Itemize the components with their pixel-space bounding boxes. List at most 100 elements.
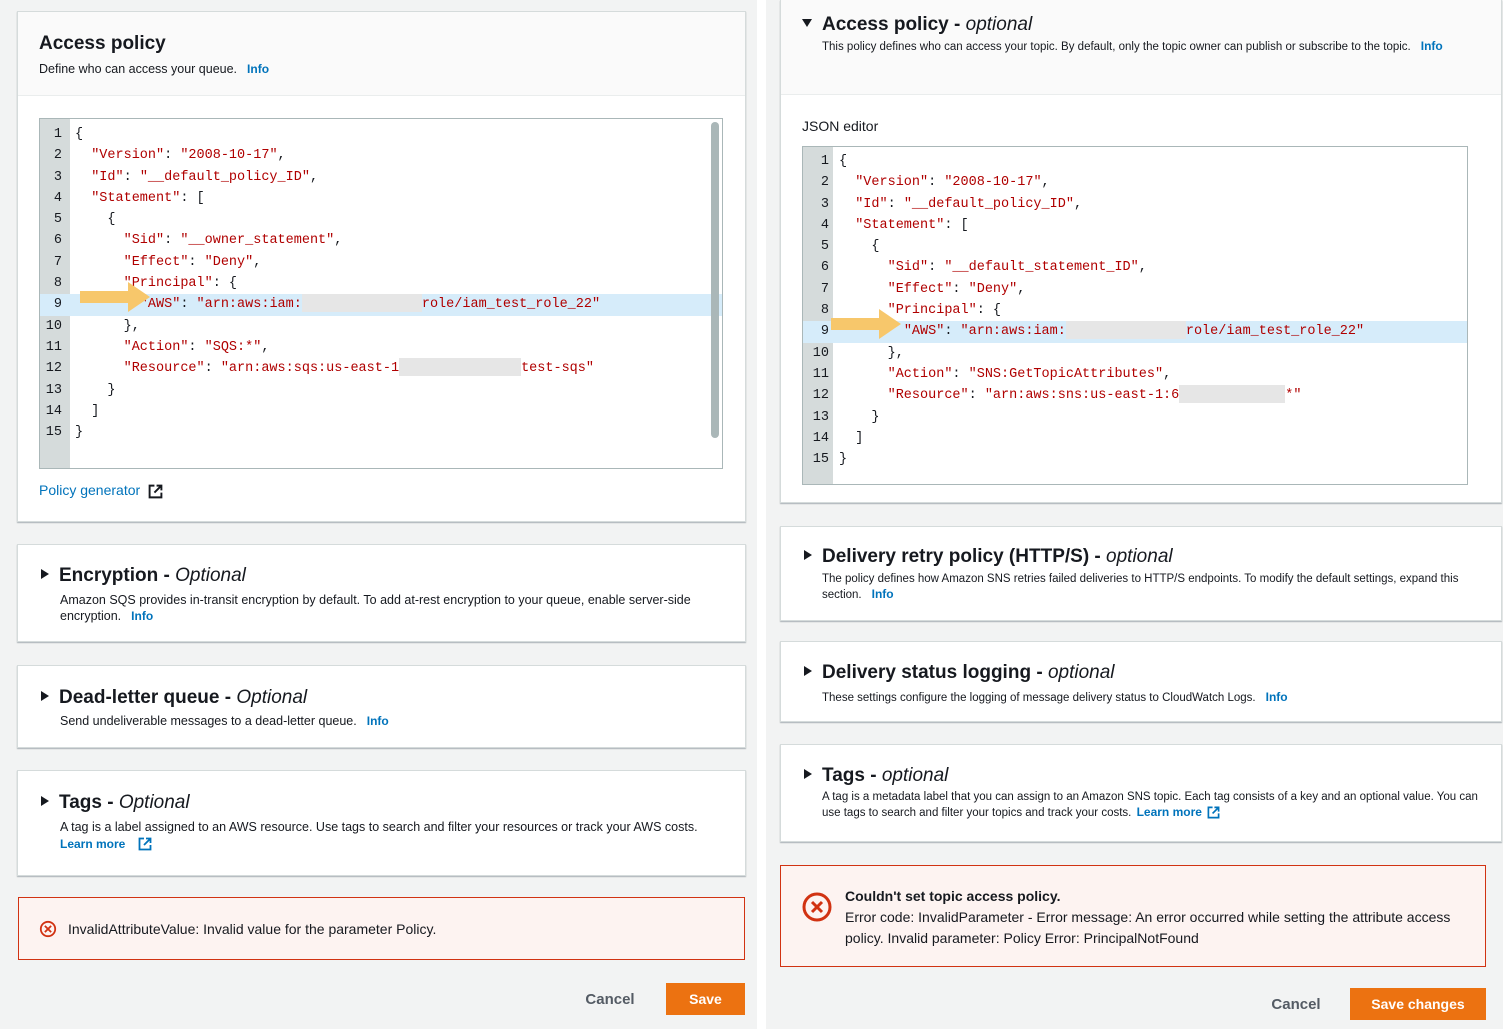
highlight-arrow-icon (831, 309, 901, 339)
code-line[interactable]: 11 "Action": "SQS:*", (40, 337, 722, 358)
line-number: 5 (53, 212, 62, 228)
learn-more-link[interactable]: Learn more (60, 835, 152, 853)
policy-code[interactable]: 1{2 "Version": "2008-10-17", 3 "Id": "__d… (803, 151, 1467, 470)
tags-title[interactable]: Tags - optional (804, 765, 948, 787)
code-text: "AWS": "arn:aws:iam: role/iam_test_role_2… (839, 320, 1364, 342)
info-link[interactable]: Info (131, 609, 153, 623)
code-line[interactable]: 5 { (803, 236, 1467, 257)
optional-label: Optional (175, 565, 246, 586)
save-changes-button[interactable]: Save changes (1350, 988, 1486, 1020)
code-text: "AWS": "arn:aws:iam: role/iam_test_role_2… (75, 293, 600, 315)
code-line[interactable]: 12 "Resource": "arn:aws:sns:us-east-1:6 *… (803, 384, 1467, 406)
tags-title-text: Tags (822, 765, 865, 786)
line-number: 8 (820, 303, 829, 319)
access-policy-card: Access policy - optional This policy def… (780, 0, 1502, 503)
encryption-title[interactable]: Encryption - Optional (41, 565, 246, 587)
editor-scrollbar[interactable] (711, 122, 719, 438)
policy-json-editor[interactable]: 1{2 "Version": "2008-10-17", 3 "Id": "__d… (39, 118, 723, 469)
line-number: 10 (45, 318, 62, 334)
code-line[interactable]: 10 }, (40, 316, 722, 337)
info-link[interactable]: Info (367, 714, 389, 728)
code-line[interactable]: 7 "Effect": "Deny", (40, 252, 722, 273)
info-link[interactable]: Info (1266, 690, 1288, 704)
code-line[interactable]: 11 "Action": "SNS:GetTopicAttributes", (803, 364, 1467, 385)
learn-more-link[interactable]: Learn more (1137, 805, 1202, 819)
highlight-arrow-icon (80, 282, 150, 312)
error-message: InvalidAttributeValue: Invalid value for… (68, 921, 437, 937)
code-text: { (839, 154, 848, 169)
code-line[interactable]: 2 "Version": "2008-10-17", (803, 172, 1467, 193)
info-link[interactable]: Info (1421, 39, 1443, 53)
learn-more-label[interactable]: Learn more (60, 837, 125, 851)
code-line[interactable]: 13 } (803, 407, 1467, 428)
line-number: 13 (45, 382, 62, 398)
access-policy-description-text: This policy defines who can access your … (822, 41, 1411, 53)
error-icon (802, 892, 832, 922)
tags-section[interactable]: Tags - optional A tag is a metadata labe… (780, 744, 1502, 842)
access-policy-title[interactable]: Access policy - optional (802, 14, 1032, 36)
encryption-section[interactable]: Encryption - Optional Amazon SQS provide… (17, 544, 746, 642)
code-line[interactable]: 3 "Id": "__default_policy_ID", (40, 167, 722, 188)
code-line[interactable]: 7 "Effect": "Deny", (803, 279, 1467, 300)
access-policy-description: This policy defines who can access your … (822, 39, 1482, 55)
code-line[interactable]: 12 "Resource": "arn:aws:sqs:us-east-1 tes… (40, 357, 722, 379)
code-text: "Statement": [ (855, 217, 969, 233)
code-line[interactable]: 13 } (40, 380, 722, 401)
code-line[interactable]: 3 "Id": "__default_policy_ID", (803, 194, 1467, 215)
tags-section[interactable]: Tags - Optional A tag is a label assigne… (17, 770, 746, 876)
dead-letter-queue-description-text: Send undeliverable messages to a dead-le… (60, 714, 357, 728)
code-line[interactable]: 4 "Statement": [ (40, 188, 722, 209)
optional-label: optional (881, 765, 949, 786)
policy-generator-label[interactable]: Policy generator (39, 482, 140, 498)
redacted-account-id (1179, 384, 1286, 403)
code-text: "Action": "SNS:GetTopicAttributes", (887, 366, 1172, 382)
code-line[interactable]: 1{ (40, 124, 722, 145)
code-text: "Effect": "Deny", (123, 254, 262, 270)
code-line[interactable]: 2 "Version": "2008-10-17", (40, 145, 722, 166)
delivery-retry-policy-section[interactable]: Delivery retry policy (HTTP/S) - optiona… (780, 526, 1502, 621)
code-text: "Action": "SQS:*", (123, 339, 270, 355)
code-line[interactable]: 14 ] (803, 428, 1467, 449)
line-number: 2 (820, 175, 829, 191)
line-number: 7 (820, 281, 829, 297)
line-number: 3 (820, 196, 829, 212)
dead-letter-queue-title[interactable]: Dead-letter queue - Optional (41, 687, 307, 709)
code-line[interactable]: 15} (40, 422, 722, 443)
code-line[interactable]: 8 "Principal": { (803, 300, 1467, 321)
delivery-status-logging-section[interactable]: Delivery status logging - optional These… (780, 641, 1502, 722)
policy-generator-link[interactable]: Policy generator (39, 482, 163, 499)
expand-caret-icon (41, 690, 49, 701)
code-line[interactable]: 6 "Sid": "__default_statement_ID", (803, 257, 1467, 278)
line-number: 15 (45, 425, 62, 441)
encryption-title-text: Encryption (59, 565, 159, 586)
code-line[interactable]: 14 ] (40, 401, 722, 422)
policy-json-editor[interactable]: 1{2 "Version": "2008-10-17", 3 "Id": "__d… (802, 146, 1468, 485)
line-number: 1 (820, 154, 829, 169)
line-number: 9 (53, 297, 62, 313)
delivery-status-logging-description: These settings configure the logging of … (822, 689, 1288, 706)
delivery-retry-policy-title[interactable]: Delivery retry policy (HTTP/S) - optiona… (804, 546, 1173, 568)
error-message: Error code: InvalidParameter - Error mes… (845, 909, 1451, 946)
optional-label: Optional (236, 687, 308, 708)
cancel-button[interactable]: Cancel (572, 983, 648, 1015)
code-line[interactable]: 9 "AWS": "arn:aws:iam: role/iam_test_role… (803, 320, 1467, 343)
access-policy-header: Access policy - optional This policy def… (781, 0, 1501, 95)
code-line[interactable]: 5 { (40, 209, 722, 230)
code-text: ] (855, 430, 864, 446)
redacted-account-id (1065, 320, 1186, 339)
line-number: 7 (53, 254, 62, 270)
code-line[interactable]: 6 "Sid": "__owner_statement", (40, 230, 722, 251)
delivery-status-logging-title[interactable]: Delivery status logging - optional (804, 662, 1115, 684)
code-line[interactable]: 15} (803, 449, 1467, 470)
info-link[interactable]: Info (872, 587, 894, 601)
save-button[interactable]: Save (666, 983, 745, 1015)
dead-letter-queue-section[interactable]: Dead-letter queue - Optional Send undeli… (17, 665, 746, 748)
code-line[interactable]: 10 }, (803, 343, 1467, 364)
cancel-button[interactable]: Cancel (1256, 988, 1336, 1020)
info-link[interactable]: Info (247, 62, 269, 76)
code-line[interactable]: 4 "Statement": [ (803, 215, 1467, 236)
tags-title[interactable]: Tags - Optional (41, 792, 190, 814)
line-number: 6 (53, 233, 62, 249)
external-link-icon (1207, 807, 1220, 819)
code-line[interactable]: 1{ (803, 151, 1467, 172)
